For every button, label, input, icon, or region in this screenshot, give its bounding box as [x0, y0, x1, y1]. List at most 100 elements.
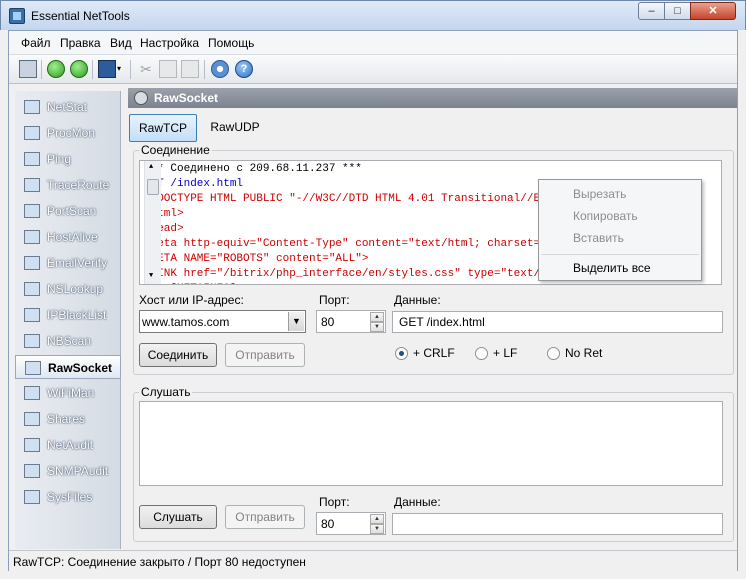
sidebar-item-label: SNMPAudit — [47, 464, 109, 478]
listen-port-spinner[interactable]: 80 ▲ ▼ — [316, 512, 386, 535]
sidebar-item-snmpaudit[interactable]: SNMPAudit — [15, 459, 121, 483]
radio-lf-label[interactable]: + LF — [493, 346, 517, 360]
context-menu-cut[interactable]: Вырезать — [573, 187, 626, 201]
sidebar-item-emailverify[interactable]: EmailVerify — [15, 251, 121, 275]
sidebar-item-hostalive[interactable]: HostAlive — [15, 225, 121, 249]
ipblacklist-icon — [24, 308, 40, 322]
context-menu-paste[interactable]: Вставить — [573, 231, 624, 245]
context-menu-copy[interactable]: Копировать — [573, 209, 638, 223]
wifiman-icon — [24, 386, 40, 400]
listen-data-label: Данные: — [394, 495, 441, 509]
radio-lf[interactable] — [475, 347, 488, 360]
forward-arrow-icon[interactable] — [70, 60, 88, 78]
host-combobox[interactable]: www.tamos.com ▼ — [139, 310, 306, 333]
sidebar-item-nslookup[interactable]: NSLookup — [15, 277, 121, 301]
app-icon — [9, 8, 25, 24]
sidebar-item-wifiman[interactable]: WiFiMan — [15, 381, 121, 405]
sidebar-item-rawsocket[interactable]: RawSocket — [15, 355, 121, 379]
context-menu-select-all[interactable]: Выделить все — [573, 261, 651, 275]
listen-button[interactable]: Слушать — [139, 505, 217, 529]
sidebar-item-netaudit[interactable]: NetAudit — [15, 433, 121, 457]
spin-up-icon[interactable]: ▲ — [370, 312, 384, 322]
sidebar-item-shares[interactable]: Shares — [15, 407, 121, 431]
radio-noret[interactable] — [547, 347, 560, 360]
sidebar-item-ipblacklist[interactable]: IPBlackList — [15, 303, 121, 327]
host-label: Хост или IP-адрес: — [139, 293, 244, 307]
sidebar-item-traceroute[interactable]: TraceRoute — [15, 173, 121, 197]
netstat-icon — [24, 100, 40, 114]
radio-noret-label[interactable]: No Ret — [565, 346, 602, 360]
host-value: www.tamos.com — [142, 315, 230, 329]
sidebar-item-label: TraceRoute — [47, 178, 110, 192]
sidebar-item-label: NetStat — [47, 100, 88, 114]
data-label: Данные: — [394, 293, 441, 307]
sidebar-item-label: SysFiles — [47, 490, 93, 504]
connect-button[interactable]: Соединить — [139, 343, 217, 367]
window-title: Essential NetTools — [31, 9, 130, 23]
maximize-button[interactable]: □ — [664, 2, 691, 20]
save-icon[interactable] — [98, 60, 116, 78]
port-spinner[interactable]: 80 ▲ ▼ — [316, 310, 386, 333]
spin-down-icon[interactable]: ▼ — [370, 524, 384, 534]
toolbar-separator — [92, 60, 93, 79]
menu-help[interactable]: Помощь — [208, 36, 254, 50]
toolbar-separator — [204, 60, 205, 79]
listen-group-label: Слушать — [139, 385, 193, 399]
send-button[interactable]: Отправить — [225, 343, 305, 367]
save-dropdown-icon[interactable]: ▾ — [117, 60, 125, 78]
minimize-button[interactable]: – — [638, 2, 665, 20]
copy-icon[interactable] — [159, 60, 177, 78]
snmpaudit-icon — [24, 464, 40, 478]
sidebar-item-ping[interactable]: Ping — [15, 147, 121, 171]
radio-crlf[interactable] — [395, 347, 408, 360]
chevron-down-icon[interactable]: ▼ — [288, 312, 304, 331]
sidebar-item-label: RawSocket — [48, 361, 113, 375]
status-bar: RawTCP: Соединение закрыто / Порт 80 нед… — [9, 550, 737, 571]
scroll-thumb[interactable] — [147, 179, 159, 195]
sidebar-item-nbscan[interactable]: NBScan — [15, 329, 121, 353]
context-menu-divider — [541, 254, 699, 255]
procmon-icon — [24, 126, 40, 140]
menu-file[interactable]: Файл — [21, 36, 51, 50]
paste-icon[interactable] — [181, 60, 199, 78]
scroll-up-icon[interactable]: ▲ — [149, 163, 153, 171]
toolbar-separator — [130, 60, 131, 79]
port-value: 80 — [321, 315, 335, 329]
listen-output[interactable] — [139, 401, 723, 486]
sidebar-item-label: IPBlackList — [47, 308, 107, 322]
listen-data-input[interactable] — [392, 513, 723, 535]
menu-settings[interactable]: Настройка — [140, 36, 199, 50]
sidebar-item-label: NetAudit — [47, 438, 94, 452]
back-arrow-icon[interactable] — [47, 60, 65, 78]
port-label: Порт: — [319, 293, 350, 307]
netaudit-icon — [24, 438, 40, 452]
context-menu: Вырезать Копировать Вставить Выделить вс… — [538, 179, 702, 281]
close-button[interactable]: ✕ — [690, 2, 736, 20]
rawsocket-icon — [25, 361, 41, 375]
scroll-down-icon[interactable]: ▼ — [149, 272, 153, 280]
radio-crlf-label[interactable]: + CRLF — [413, 346, 455, 360]
menu-view[interactable]: Вид — [110, 36, 132, 50]
listen-send-button[interactable]: Отправить — [225, 505, 305, 529]
menu-edit[interactable]: Правка — [60, 36, 101, 50]
help-icon[interactable]: ? — [235, 60, 253, 78]
log-scrollbar[interactable]: ▲ ▼ — [144, 161, 161, 284]
traceroute-icon — [24, 178, 40, 192]
tab-rawudp[interactable]: RawUDP — [205, 114, 265, 142]
toolbar: ▾ ✂ ? — [9, 55, 737, 84]
computer-icon[interactable] — [19, 60, 37, 78]
sidebar-item-sysfiles[interactable]: SysFiles — [15, 485, 121, 509]
tab-rawtcp[interactable]: RawTCP — [129, 114, 197, 142]
sidebar-item-procmon[interactable]: ProcMon — [15, 121, 121, 145]
spin-up-icon[interactable]: ▲ — [370, 514, 384, 524]
hostalive-icon — [24, 230, 40, 244]
sidebar-item-label: PortScan — [47, 204, 97, 218]
sidebar-item-portscan[interactable]: PortScan — [15, 199, 121, 223]
data-input[interactable]: GET /index.html — [392, 311, 723, 333]
cut-icon[interactable]: ✂ — [137, 60, 155, 78]
rawsocket-icon — [134, 91, 148, 105]
sidebar-item-netstat[interactable]: NetStat — [15, 95, 121, 119]
settings-gear-icon[interactable] — [211, 60, 229, 78]
spin-down-icon[interactable]: ▼ — [370, 322, 384, 332]
panel-title: RawSocket — [154, 91, 219, 105]
